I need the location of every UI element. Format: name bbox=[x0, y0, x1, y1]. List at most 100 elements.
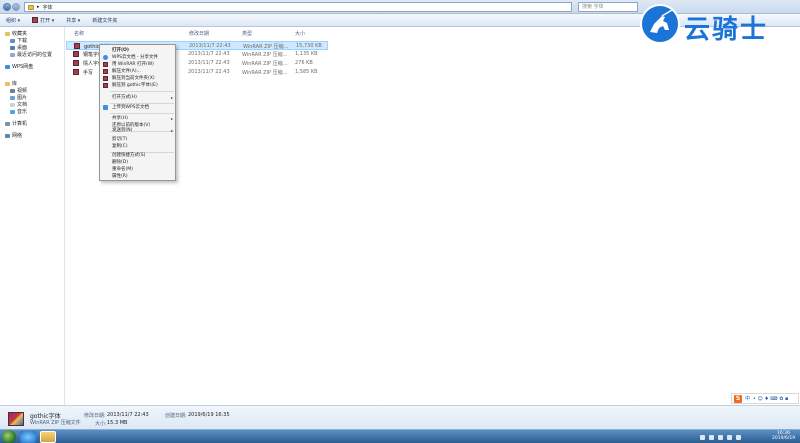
logo-text: 云骑士 bbox=[684, 15, 769, 45]
internet-explorer-icon[interactable] bbox=[20, 431, 36, 443]
file-type: WinRAR ZIP 压缩... bbox=[243, 44, 289, 50]
winrar-icon bbox=[32, 17, 39, 23]
menu-extract-here-label: 解压到当前文件夹(X) bbox=[112, 76, 155, 81]
winrar-archive-icon bbox=[8, 412, 24, 426]
flag-icon[interactable] bbox=[709, 434, 714, 440]
nav-videos-label: 视频 bbox=[17, 88, 28, 94]
details-size-label: 大小: bbox=[95, 421, 107, 427]
file-name: 手写 bbox=[83, 70, 94, 76]
column-type[interactable]: 类型 bbox=[242, 30, 252, 37]
nav-music[interactable]: 音乐 bbox=[0, 108, 64, 115]
file-date: 2013/11/7 22:43 bbox=[188, 51, 230, 57]
breadcrumb-folder[interactable]: 字体 bbox=[43, 4, 53, 11]
computer-icon bbox=[5, 121, 10, 126]
share-button[interactable]: 共享 ▾ bbox=[66, 17, 80, 24]
network-status-icon[interactable] bbox=[718, 434, 723, 440]
winrar-archive-icon bbox=[74, 43, 80, 49]
column-size[interactable]: 大小 bbox=[295, 30, 305, 37]
organize-label: 组织 ▾ bbox=[6, 17, 21, 24]
document-icon bbox=[10, 102, 15, 107]
nav-desktop-label: 桌面 bbox=[17, 45, 28, 51]
video-icon bbox=[10, 88, 15, 93]
nav-network-label: 网络 bbox=[12, 133, 23, 139]
file-size: 15,730 KB bbox=[296, 43, 322, 49]
share-label: 共享 ▾ bbox=[66, 17, 81, 24]
keyboard-icon[interactable] bbox=[700, 434, 705, 440]
nav-recent[interactable]: 最近访问的位置 bbox=[0, 51, 64, 58]
file-size: 1,135 KB bbox=[295, 51, 318, 57]
sogou-ime-icon[interactable]: S bbox=[734, 394, 742, 403]
winrar-archive-icon bbox=[73, 60, 79, 66]
search-input[interactable]: 搜索 字体 bbox=[578, 2, 638, 12]
nav-documents[interactable]: 文档 bbox=[0, 101, 64, 108]
menu-send-to[interactable]: 发送到(N) ▸ bbox=[100, 127, 175, 135]
clock[interactable]: 16:36 2019/6/19 bbox=[772, 431, 795, 441]
open-button[interactable]: 打开 ▾ bbox=[32, 17, 54, 24]
nav-recent-label: 最近访问的位置 bbox=[17, 52, 53, 58]
file-type: WinRAR ZIP 压缩... bbox=[242, 70, 288, 76]
ime-tool-icons[interactable]: • ☺ ♦ ⌨ ✿ ▪ bbox=[753, 396, 788, 402]
nav-videos[interactable]: 视频 bbox=[0, 87, 64, 94]
navigation-pane: 收藏夹 下载 桌面 最近访问的位置 WPS网盘 库 视频 图片 文档 音乐 计算… bbox=[0, 27, 65, 405]
security-icon[interactable] bbox=[736, 434, 741, 440]
nav-libraries[interactable]: 库 bbox=[0, 80, 64, 87]
recent-places-icon bbox=[10, 52, 15, 57]
nav-documents-label: 文档 bbox=[17, 102, 28, 108]
nav-pictures[interactable]: 图片 bbox=[0, 94, 64, 101]
nav-pictures-label: 图片 bbox=[17, 95, 28, 101]
nav-favorites[interactable]: 收藏夹 bbox=[0, 30, 64, 37]
menu-open-with[interactable]: 打开方式(H) ▸ bbox=[100, 94, 175, 102]
nav-downloads-label: 下载 bbox=[17, 38, 28, 44]
submenu-arrow-icon: ▸ bbox=[170, 128, 173, 133]
menu-upload-wps[interactable]: 上传到WPS云文档 bbox=[100, 104, 175, 112]
nav-computer[interactable]: 计算机 bbox=[0, 120, 64, 127]
network-icon bbox=[5, 133, 10, 138]
nav-favorites-label: 收藏夹 bbox=[12, 31, 28, 37]
menu-share-label: 共享(H) bbox=[112, 116, 128, 121]
taskbar: 16:36 2019/6/19 bbox=[0, 429, 800, 443]
wps-cloud-icon bbox=[103, 55, 108, 60]
nav-network[interactable]: 网络 bbox=[0, 132, 64, 139]
start-button[interactable] bbox=[2, 430, 16, 443]
winrar-icon bbox=[103, 62, 108, 67]
menu-copy[interactable]: 复制(C) bbox=[100, 143, 175, 151]
nav-wps[interactable]: WPS网盘 bbox=[0, 63, 64, 70]
organize-button[interactable]: 组织 ▾ bbox=[6, 17, 20, 24]
desktop-icon bbox=[10, 45, 15, 50]
file-explorer-icon[interactable] bbox=[40, 431, 56, 443]
menu-extract-files-label: 解压文件(A)... bbox=[112, 69, 141, 74]
menu-extract-to-label: 解压到 gothic字体\(E) bbox=[112, 83, 158, 88]
download-icon bbox=[10, 38, 15, 43]
music-icon bbox=[10, 109, 15, 114]
ime-language-toggle[interactable]: 中 bbox=[745, 395, 750, 402]
star-icon bbox=[5, 31, 10, 36]
clock-date: 2019/6/19 bbox=[772, 436, 796, 441]
menu-send-to-label: 发送到(N) bbox=[112, 128, 133, 133]
volume-icon[interactable] bbox=[727, 434, 732, 440]
breadcrumb-arrow: ▸ bbox=[37, 4, 40, 10]
folder-icon bbox=[28, 4, 34, 10]
open-label: 打开 ▾ bbox=[40, 17, 55, 24]
menu-extract-to[interactable]: 解压到 gothic字体\(E) bbox=[100, 82, 175, 90]
menu-upload-wps-label: 上传到WPS云文档 bbox=[112, 105, 150, 110]
winrar-icon bbox=[103, 83, 108, 88]
winrar-archive-icon bbox=[73, 69, 79, 75]
nav-libraries-label: 库 bbox=[12, 81, 18, 87]
back-button[interactable] bbox=[3, 3, 11, 11]
nav-downloads[interactable]: 下载 bbox=[0, 37, 64, 44]
submenu-arrow-icon: ▸ bbox=[170, 95, 173, 100]
nav-desktop[interactable]: 桌面 bbox=[0, 44, 64, 51]
new-folder-button[interactable]: 新建文件夹 bbox=[92, 17, 117, 24]
column-date[interactable]: 修改日期 bbox=[189, 30, 209, 37]
menu-properties[interactable]: 属性(R) bbox=[100, 173, 175, 181]
forward-button[interactable] bbox=[12, 3, 20, 11]
file-type: WinRAR ZIP 压缩... bbox=[242, 52, 288, 58]
menu-open-winrar-label: 用 WinRAR 打开(W) bbox=[112, 62, 154, 67]
knight-icon bbox=[640, 4, 680, 44]
details-created-label: 创建日期: bbox=[165, 413, 187, 419]
winrar-icon bbox=[103, 76, 108, 81]
knight-silhouette-icon bbox=[650, 9, 673, 33]
column-name[interactable]: 名称 bbox=[74, 30, 84, 37]
address-path[interactable]: ▸ 字体 bbox=[24, 2, 572, 12]
details-created-value: 2019/6/19 16:35 bbox=[188, 412, 230, 418]
